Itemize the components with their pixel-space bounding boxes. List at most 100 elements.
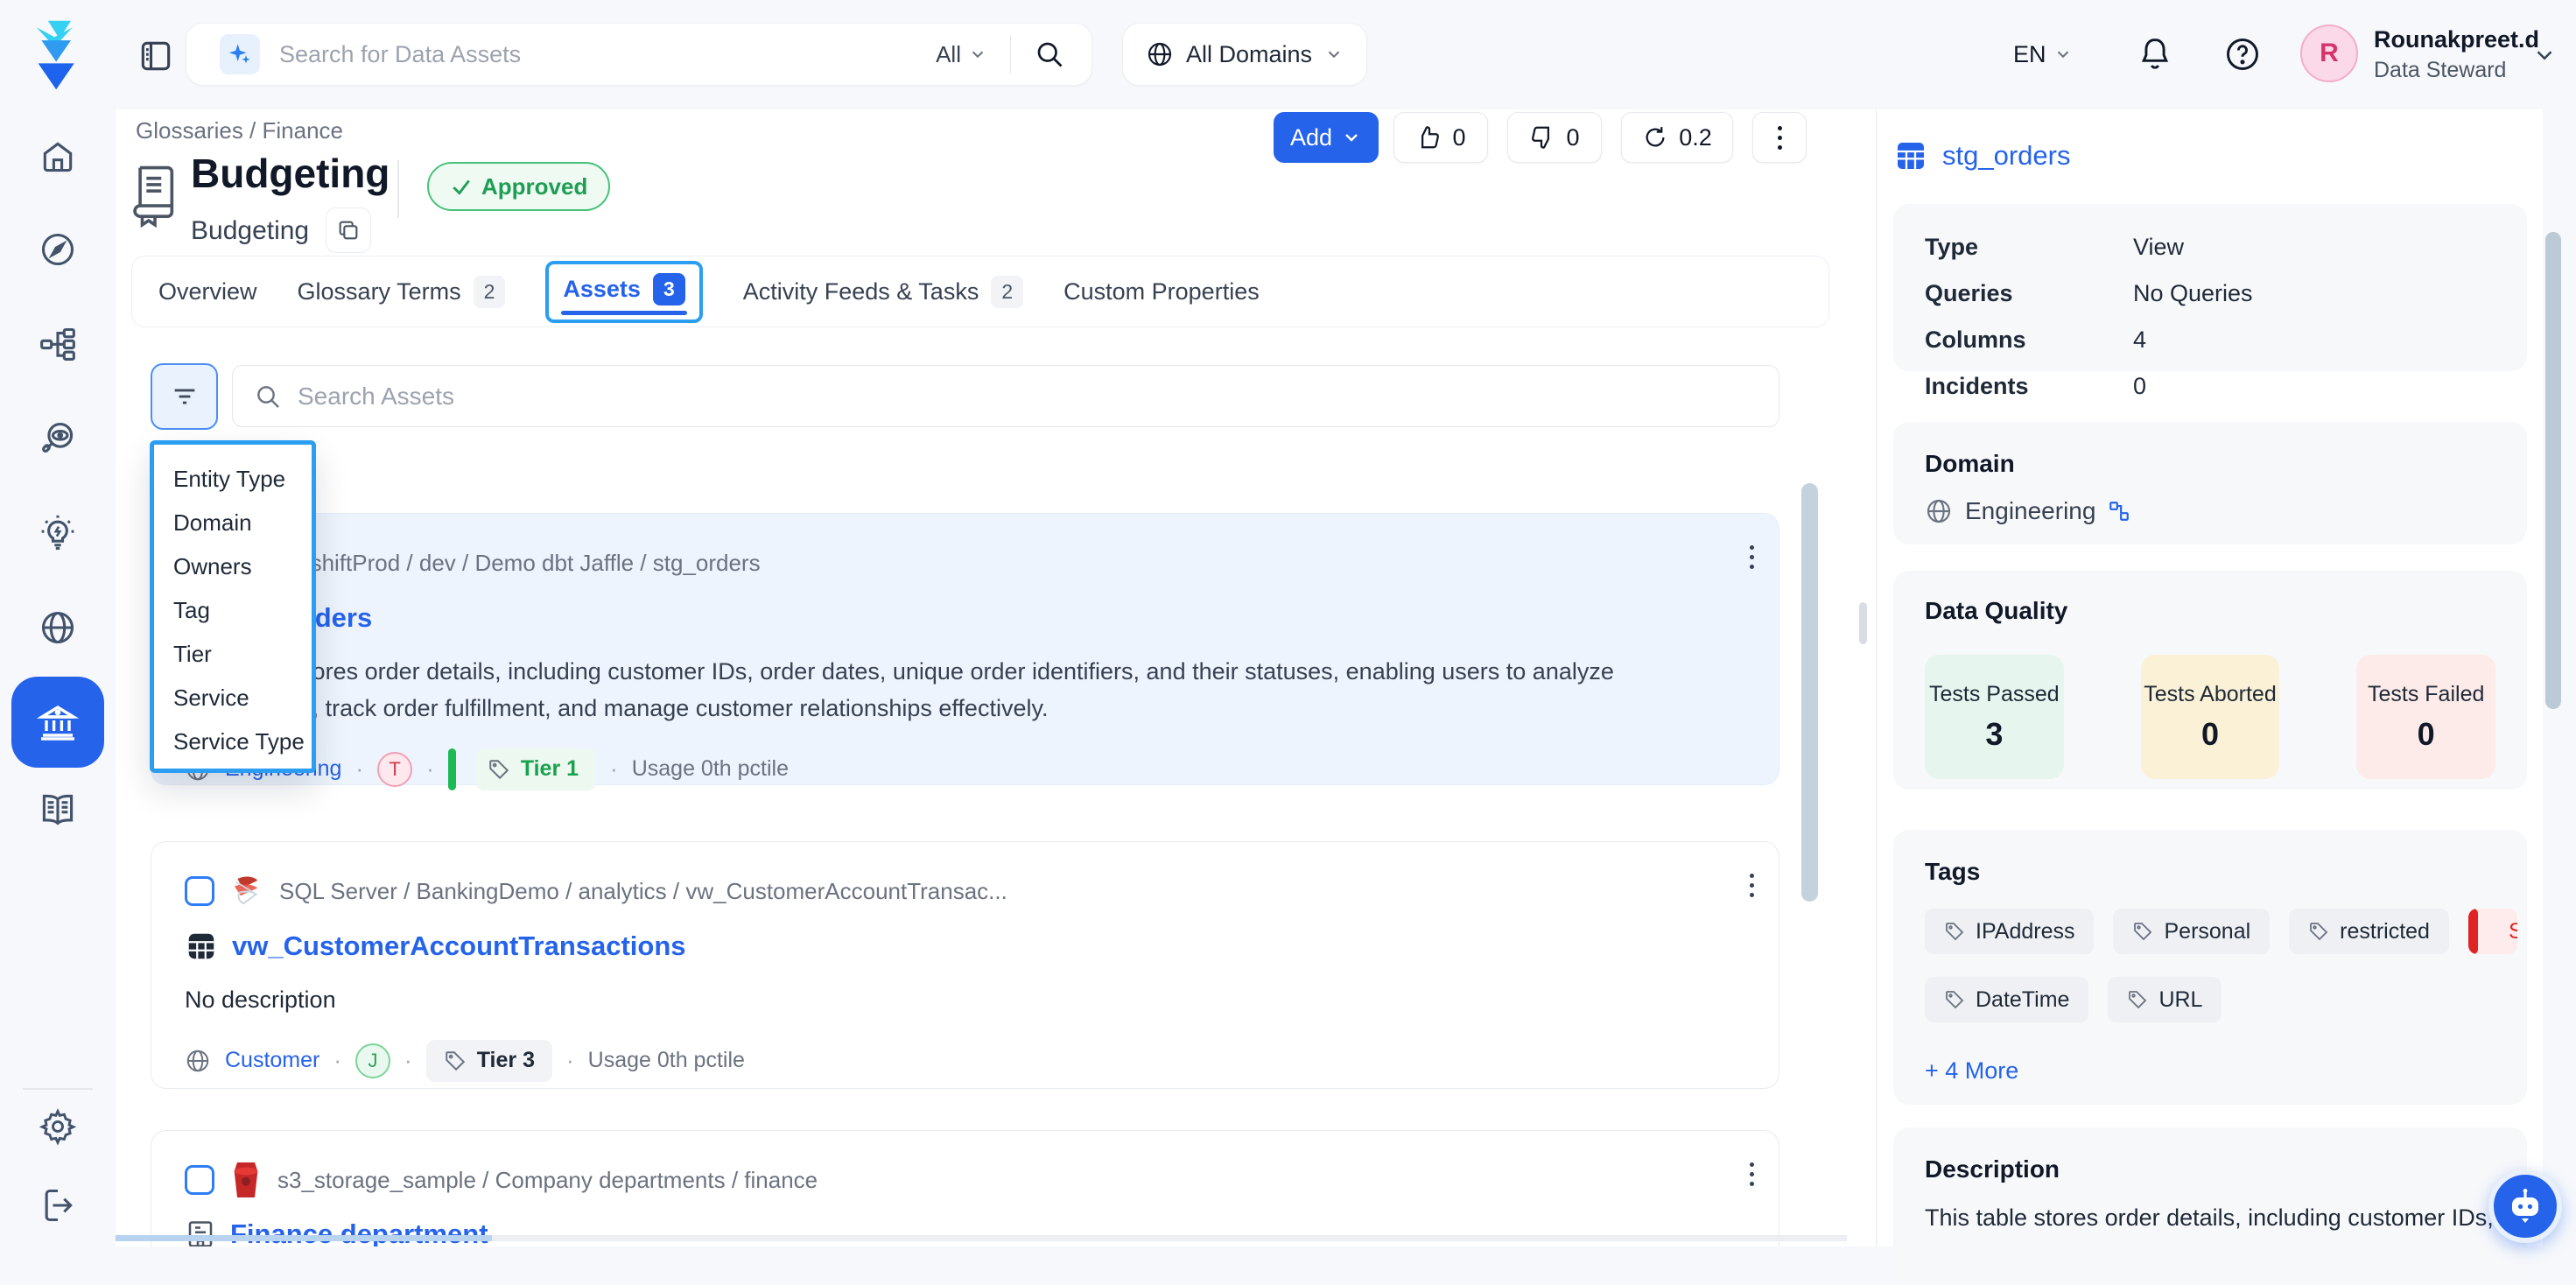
tab-label: Custom Properties (1063, 278, 1260, 305)
overview-value: 4 (2133, 327, 2146, 354)
tab-custom-properties[interactable]: Custom Properties (1063, 278, 1260, 305)
tests-failed-tile[interactable]: Tests Failed 0 (2356, 655, 2495, 779)
dot-separator: · (404, 1047, 412, 1074)
tab-assets[interactable]: Assets3 (545, 261, 702, 323)
preview-tags-card: Tags IPAddress Personal restricted Sensi… (1893, 830, 2527, 1105)
asset-card-stg-orders[interactable]: redshiftProd / dev / Demo dbt Jaffle / s… (151, 513, 1779, 785)
assistant-chatbot-button[interactable] (2488, 1169, 2562, 1243)
tab-activity-feeds[interactable]: Activity Feeds & Tasks2 (743, 276, 1023, 308)
atlan-logo[interactable] (32, 18, 110, 93)
open-lineage-icon[interactable] (2108, 500, 2130, 523)
user-menu-chevron[interactable] (2531, 42, 2558, 68)
add-button[interactable]: Add (1274, 112, 1379, 163)
tile-value: 0 (2418, 716, 2435, 753)
incidents-link[interactable]: 0 (2133, 373, 2146, 400)
sidebar-item-governance-active[interactable] (11, 677, 104, 768)
asset-name-link[interactable]: vw_CustomerAccountTransactions (232, 930, 686, 962)
tab-overview[interactable]: Overview (158, 278, 257, 305)
sidebar-item-insights[interactable] (39, 514, 77, 552)
tag-icon (2132, 921, 2153, 942)
asset-breadcrumb[interactable]: s3_storage_sample / Company departments … (277, 1167, 818, 1194)
tab-label: Assets (563, 276, 641, 303)
panel-resize-handle[interactable] (1859, 602, 1867, 644)
sidebar-item-glossary[interactable] (39, 790, 77, 829)
asset-card-vw-customeraccounttransactions[interactable]: SQL Server / BankingDemo / analytics / v… (151, 841, 1779, 1089)
assets-search-input[interactable] (298, 383, 1758, 411)
filter-button[interactable] (151, 363, 218, 430)
search-input[interactable] (279, 41, 936, 68)
asset-checkbox[interactable] (185, 1165, 214, 1195)
sidebar-item-profile-search[interactable] (39, 419, 77, 458)
tag-datetime[interactable]: DateTime (1925, 977, 2088, 1022)
asset-breadcrumb[interactable]: redshiftProd / dev / Demo dbt Jaffle / s… (277, 550, 761, 577)
filter-option-service[interactable]: Service (154, 676, 312, 720)
filter-option-entity-type[interactable]: Entity Type (154, 457, 312, 501)
preview-asset-title[interactable]: stg_orders (1942, 140, 2070, 172)
notifications-button[interactable] (2136, 35, 2174, 74)
asset-kebab-menu[interactable] (1750, 874, 1754, 897)
help-button[interactable] (2223, 35, 2262, 74)
asset-domain-link[interactable]: Customer (225, 1048, 319, 1073)
overview-label: Type (1925, 234, 2133, 261)
dot-separator: · (426, 755, 434, 783)
user-avatar[interactable]: R (2300, 25, 2358, 82)
horizontal-scrollbar[interactable] (116, 1235, 1847, 1241)
tag-restricted[interactable]: restricted (2289, 909, 2449, 954)
global-search-bar: All (186, 23, 1092, 86)
sidebar-item-domains[interactable] (39, 608, 77, 647)
sidebar-item-lineage[interactable] (39, 325, 77, 363)
rating-button[interactable]: 0.2 (1621, 112, 1733, 163)
sidebar-item-discover[interactable] (39, 230, 77, 269)
sidebar-item-signout[interactable] (39, 1186, 77, 1225)
tier-badge[interactable]: Tier 3 (426, 1040, 552, 1082)
main-content: Glossaries / Finance Budgeting Approved … (116, 109, 1876, 1246)
asset-kebab-menu[interactable] (1750, 1162, 1754, 1186)
asset-name-link[interactable]: Finance department (230, 1218, 488, 1246)
tag-sensitive[interactable]: Sensitive (2468, 909, 2517, 954)
upvote-button[interactable]: 0 (1393, 112, 1488, 163)
asset-card-finance-department[interactable]: s3_storage_sample / Company departments … (151, 1130, 1779, 1246)
copy-button[interactable] (326, 207, 371, 253)
tag-ipaddress[interactable]: IPAddress (1925, 909, 2094, 954)
asset-kebab-menu[interactable] (1750, 545, 1754, 569)
filter-option-tag[interactable]: Tag (154, 588, 312, 632)
asset-checkbox[interactable] (185, 876, 214, 906)
tests-passed-tile[interactable]: Tests Passed 3 (1925, 655, 2064, 779)
tag-url[interactable]: URL (2108, 977, 2222, 1022)
language-selector[interactable]: EN (2013, 32, 2073, 77)
overview-value: View (2133, 234, 2184, 261)
sidebar-item-home[interactable] (39, 137, 77, 176)
tab-glossary-terms[interactable]: Glossary Terms2 (298, 276, 506, 308)
tier-badge[interactable]: Tier 1 (475, 748, 596, 790)
search-icon[interactable] (1034, 39, 1065, 70)
downvote-button[interactable]: 0 (1507, 112, 1602, 163)
tier-label: Tier 3 (477, 1048, 535, 1073)
usage-percentile: Usage 0th pctile (588, 1048, 745, 1073)
dot-separator: · (566, 1047, 574, 1074)
owner-avatar[interactable]: J (355, 1043, 390, 1078)
panel-scrollbar-thumb[interactable] (2545, 232, 2561, 709)
status-badge[interactable]: Approved (427, 162, 610, 211)
sidebar-toggle-icon[interactable] (137, 37, 175, 75)
ai-sparkle-icon[interactable] (220, 34, 260, 74)
main-scrollbar-thumb[interactable] (1801, 483, 1818, 902)
tests-aborted-tile[interactable]: Tests Aborted 0 (2141, 655, 2280, 779)
filter-option-domain[interactable]: Domain (154, 501, 312, 544)
asset-breadcrumb[interactable]: SQL Server / BankingDemo / analytics / v… (279, 878, 1007, 905)
filter-option-tier[interactable]: Tier (154, 632, 312, 676)
breadcrumb[interactable]: Glossaries / Finance (136, 117, 343, 144)
domain-value[interactable]: Engineering (1965, 497, 2095, 525)
tag-personal[interactable]: Personal (2113, 909, 2270, 954)
all-domains-selector[interactable]: All Domains (1122, 23, 1367, 86)
divider (1010, 35, 1011, 74)
chevron-down-icon (2053, 45, 2073, 64)
tags-show-more-link[interactable]: + 4 More (1925, 1057, 2495, 1085)
owner-avatar[interactable]: T (377, 752, 412, 787)
filter-option-service-type[interactable]: Service Type (154, 720, 312, 763)
search-scope-dropdown[interactable]: All (936, 41, 987, 68)
more-actions-button[interactable] (1752, 112, 1807, 163)
sidebar-item-settings[interactable] (39, 1107, 77, 1146)
horizontal-scrollbar-thumb[interactable] (116, 1235, 492, 1241)
filter-option-owners[interactable]: Owners (154, 544, 312, 588)
dot-separator: · (355, 755, 363, 783)
